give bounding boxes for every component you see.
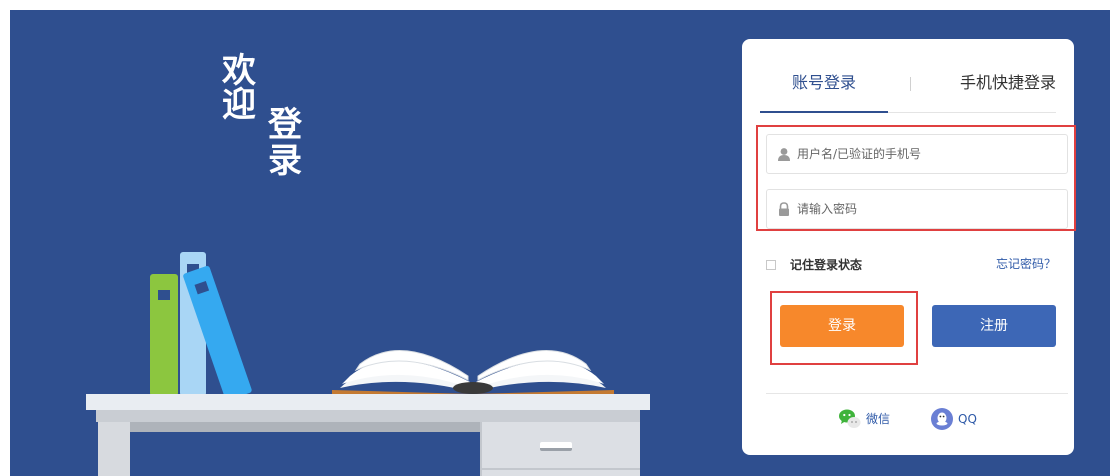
login-card: 账号登录 手机快捷登录 用户名/已验证的手机号 记住登录状态 忘记密码？ 登录 … [742, 39, 1076, 455]
login-tabs: 账号登录 手机快捷登录 [760, 69, 1056, 113]
wechat-label: 微信 [866, 412, 891, 426]
username-field[interactable] [766, 134, 1068, 174]
login-button[interactable]: 登录 [780, 305, 904, 347]
password-input[interactable] [797, 190, 1057, 228]
desk-underside [130, 422, 480, 432]
username-input[interactable] [797, 135, 1057, 173]
user-icon [778, 148, 790, 161]
password-field[interactable] [766, 189, 1068, 229]
welcome-char-1: 欢 [222, 51, 256, 91]
desk-edge [96, 410, 640, 422]
remember-checkbox[interactable] [766, 260, 776, 270]
remember-label: 记住登录状态 [790, 258, 863, 272]
tab-phone-login[interactable]: 手机快捷登录 [948, 69, 1068, 113]
desk-leg [98, 422, 130, 476]
forgot-password-link[interactable]: 忘记密码？ [996, 255, 1056, 272]
tab-separator [910, 77, 911, 91]
register-button[interactable]: 注册 [932, 305, 1056, 347]
desk-top [86, 394, 650, 410]
page: 欢 迎 登 录 账号登录 手机快捷登录 用户名/已验证的手机号 记住登录状态 忘… [0, 0, 1110, 476]
qq-login[interactable]: QQ [930, 407, 990, 431]
tab-account-login[interactable]: 账号登录 [760, 69, 888, 113]
social-divider [766, 393, 1068, 394]
qq-label: QQ [958, 412, 977, 426]
qq-icon [931, 408, 953, 430]
welcome-char-4: 录 [268, 141, 302, 181]
welcome-char-3: 登 [268, 105, 302, 145]
open-book-illustration [332, 350, 614, 398]
welcome-char-2: 迎 [222, 85, 256, 125]
wechat-login[interactable]: 微信 [838, 407, 908, 431]
wechat-icon [839, 409, 861, 428]
lock-icon [779, 202, 789, 216]
green-book [150, 274, 178, 396]
desk-drawer-divider [480, 468, 640, 470]
drawer-handle [540, 442, 572, 451]
hero-background: 欢 迎 登 录 账号登录 手机快捷登录 用户名/已验证的手机号 记住登录状态 忘… [10, 10, 1110, 476]
